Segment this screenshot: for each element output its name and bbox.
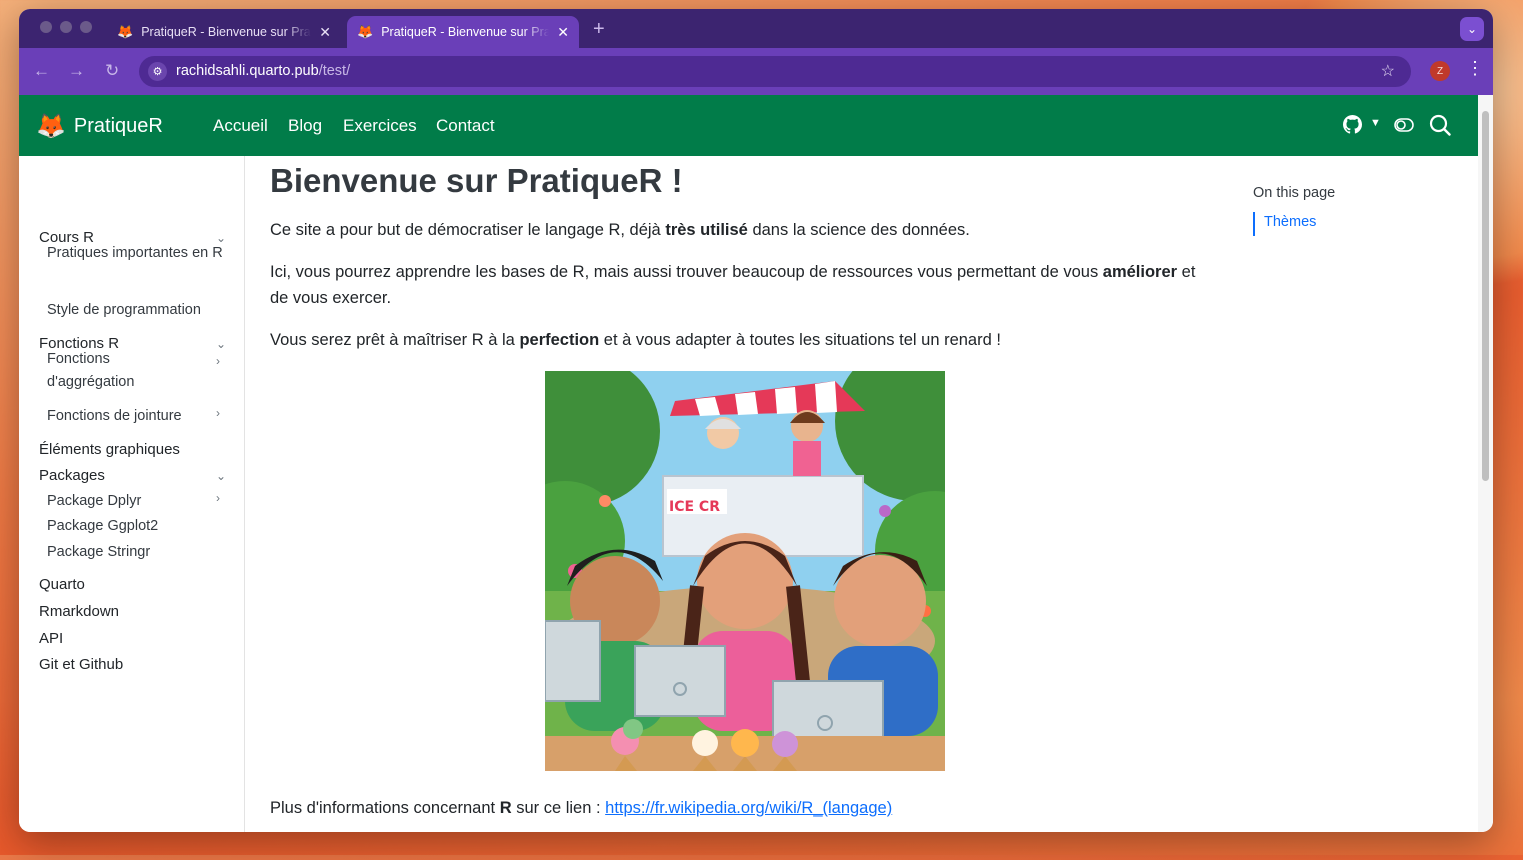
paragraph-text: Vous serez prêt à maîtriser R à la bbox=[270, 331, 520, 349]
github-dropdown-chevron-icon[interactable]: ▼ bbox=[1370, 117, 1381, 129]
chevron-right-icon[interactable]: › bbox=[216, 406, 220, 420]
paragraph-text: Ce site a pour but de démocratiser le la… bbox=[270, 221, 666, 239]
page-title: Bienvenue sur PratiqueR ! bbox=[270, 162, 683, 199]
browser-tab-active[interactable]: 🦊 PratiqueR - Bienvenue sur PratiqueR ✕ bbox=[347, 16, 579, 48]
nav-link-exercices[interactable]: Exercices bbox=[343, 116, 417, 136]
browser-window: 🦊 PratiqueR - Bienvenue sur PratiqueR ✕ … bbox=[19, 9, 1493, 832]
sidebar-item-git-github[interactable]: Git et Github bbox=[39, 656, 123, 673]
chevron-down-icon[interactable]: ⌄ bbox=[216, 337, 226, 351]
chevron-right-icon[interactable]: › bbox=[216, 491, 220, 505]
sidebar-item-package-dplyr[interactable]: Package Dplyr bbox=[47, 490, 141, 513]
forward-arrow-icon[interactable]: → bbox=[68, 61, 85, 81]
sidebar-nav: Cours R ⌄ Pratiques importantes en R Sty… bbox=[19, 156, 245, 832]
ice-cream-stand-sign: ICE CR bbox=[669, 499, 720, 515]
back-arrow-icon[interactable]: ← bbox=[33, 61, 50, 81]
url-text: rachidsahli.quarto.pub/test/ bbox=[176, 63, 350, 79]
bold-text: très utilisé bbox=[665, 221, 748, 239]
sidebar-item-fonctions-aggregation[interactable]: Fonctions d'aggrégation bbox=[47, 348, 197, 394]
tab-strip: 🦊 PratiqueR - Bienvenue sur PratiqueR ✕ … bbox=[19, 9, 1493, 48]
paragraph-text: sur ce lien : bbox=[511, 799, 606, 817]
wikipedia-link[interactable]: https://fr.wikipedia.org/wiki/R_(langage… bbox=[605, 799, 892, 817]
sidebar-item-package-stringr[interactable]: Package Stringr bbox=[47, 541, 150, 564]
page-scrollbar-thumb[interactable] bbox=[1482, 111, 1489, 481]
site-settings-icon[interactable]: ⚙ bbox=[148, 62, 167, 81]
sidebar-item-pratiques-importantes[interactable]: Pratiques importantes en R bbox=[47, 242, 232, 265]
search-icon[interactable] bbox=[1429, 114, 1451, 141]
toc-active-indicator bbox=[1253, 212, 1255, 236]
window-close-button[interactable] bbox=[40, 21, 52, 33]
url-host: rachidsahli.quarto.pub bbox=[176, 63, 319, 79]
reload-icon[interactable]: ↻ bbox=[105, 61, 119, 81]
tab-close-icon[interactable]: ✕ bbox=[319, 24, 331, 41]
theme-toggle-icon[interactable] bbox=[1394, 117, 1414, 138]
paragraph-text: et à vous adapter à toutes les situation… bbox=[599, 331, 1001, 349]
tab-title: PratiqueR - Bienvenue sur PratiqueR bbox=[141, 25, 311, 39]
sidebar-item-quarto[interactable]: Quarto bbox=[39, 576, 85, 593]
new-tab-icon[interactable]: + bbox=[593, 18, 605, 41]
brand-name: PratiqueR bbox=[73, 115, 163, 137]
nav-link-blog[interactable]: Blog bbox=[288, 116, 322, 136]
browser-tab[interactable]: 🦊 PratiqueR - Bienvenue sur PratiqueR ✕ bbox=[107, 16, 341, 48]
nav-link-contact[interactable]: Contact bbox=[436, 116, 495, 136]
github-icon[interactable] bbox=[1343, 115, 1362, 139]
address-bar[interactable]: ⚙ rachidsahli.quarto.pub/test/ ☆ bbox=[139, 56, 1411, 87]
brand-link[interactable]: 🦊 PratiqueR bbox=[36, 112, 163, 141]
browser-toolbar: ← → ↻ ⚙ rachidsahli.quarto.pub/test/ ☆ Z… bbox=[19, 48, 1493, 95]
profile-avatar[interactable]: Z bbox=[1430, 61, 1450, 81]
nav-link-accueil[interactable]: Accueil bbox=[213, 116, 268, 136]
bold-text: perfection bbox=[519, 331, 600, 349]
intro-paragraph: Ce site a pour but de démocratiser le la… bbox=[270, 217, 1215, 243]
fox-paragraph: Vous serez prêt à maîtriser R à la perfe… bbox=[270, 327, 1215, 353]
sidebar-item-fonctions-jointure[interactable]: Fonctions de jointure bbox=[47, 405, 182, 428]
chevron-down-icon[interactable]: ⌄ bbox=[216, 469, 226, 483]
chevron-right-icon[interactable]: › bbox=[216, 354, 220, 368]
more-info-paragraph: Plus d'informations concernant R sur ce … bbox=[270, 795, 1215, 821]
paragraph-text: dans la science des données. bbox=[747, 221, 970, 239]
tab-title: PratiqueR - Bienvenue sur PratiqueR bbox=[381, 25, 550, 39]
sidebar-item-elements-graphiques[interactable]: Éléments graphiques bbox=[39, 441, 180, 458]
toc-title: On this page bbox=[1253, 185, 1336, 201]
window-zoom-button[interactable] bbox=[80, 21, 92, 33]
sidebar-item-style-programmation[interactable]: Style de programmation bbox=[47, 299, 201, 322]
bold-text: améliorer bbox=[1102, 263, 1178, 281]
sidebar-item-api[interactable]: API bbox=[39, 630, 63, 647]
fox-favicon-icon: 🦊 bbox=[117, 24, 134, 39]
bold-text: R bbox=[499, 799, 512, 817]
kids-coding-illustration: ICE CR bbox=[545, 371, 945, 771]
fox-logo-icon: 🦊 bbox=[36, 113, 66, 140]
tab-close-icon[interactable]: ✕ bbox=[557, 24, 569, 41]
sidebar-item-package-ggplot2[interactable]: Package Ggplot2 bbox=[47, 515, 158, 538]
toc-item-themes[interactable]: Thèmes bbox=[1264, 214, 1316, 230]
sidebar-section-packages[interactable]: Packages bbox=[39, 467, 105, 484]
browser-menu-icon[interactable]: ⋮ bbox=[1466, 58, 1484, 79]
site-navbar: 🦊 PratiqueR Accueil Blog Exercices Conta… bbox=[19, 95, 1478, 156]
sidebar-item-rmarkdown[interactable]: Rmarkdown bbox=[39, 603, 119, 620]
learn-paragraph: Ici, vous pourrez apprendre les bases de… bbox=[270, 259, 1215, 311]
bookmark-star-icon[interactable]: ☆ bbox=[1381, 61, 1395, 81]
paragraph-text: Plus d'informations concernant bbox=[270, 799, 500, 817]
window-minimize-button[interactable] bbox=[60, 21, 72, 33]
fox-favicon-icon: 🦊 bbox=[357, 24, 374, 39]
paragraph-text: Ici, vous pourrez apprendre les bases de… bbox=[270, 263, 1103, 281]
tab-search-chevron-icon[interactable]: ⌄ bbox=[1460, 17, 1484, 41]
url-path: /test/ bbox=[318, 63, 351, 79]
